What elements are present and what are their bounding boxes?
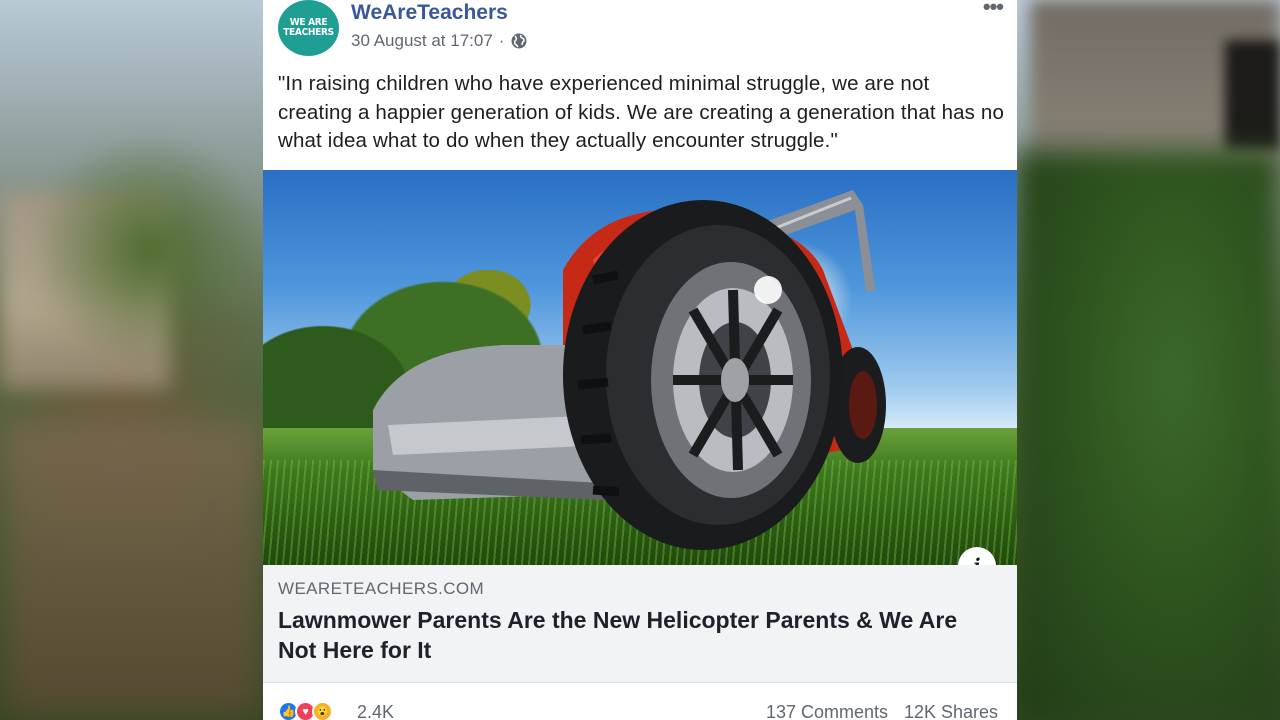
shares-count[interactable]: 12K Shares [904,702,998,720]
comments-count[interactable]: 137 Comments [766,702,888,720]
blurred-window-right [1225,40,1280,150]
post-meta: 30 August at 17:07 · [351,31,528,51]
more-options-icon[interactable]: ••• [983,0,1004,18]
blurred-ground-left [0,420,265,720]
meta-separator: · [498,31,505,50]
reaction-icons[interactable]: 👍 ♥ 😮 [278,701,358,720]
link-preview-image[interactable]: i [263,170,1017,565]
post-timestamp[interactable]: 30 August at 17:07 [351,31,493,51]
reactions-bar: 👍 ♥ 😮 2.4K 137 Comments 12K Shares [278,698,1002,720]
page-avatar[interactable]: WE ARE TEACHERS [278,0,339,56]
blurred-shrub-left [40,120,260,380]
link-domain: WEARETEACHERS.COM [278,579,485,598]
wow-icon: 😮 [312,701,333,720]
link-preview-footer[interactable]: WEARETEACHERS.COM Lawnmower Parents Are … [263,565,1017,683]
link-title[interactable]: Lawnmower Parents Are the New Helicopter… [278,605,998,665]
reaction-count[interactable]: 2.4K [357,702,394,720]
post-body-text: "In raising children who have experience… [278,72,1005,152]
facebook-post-card: WE ARE TEACHERS WeAreTeachers 30 August … [263,0,1017,720]
globe-icon [511,33,527,49]
avatar-text-line2: TEACHERS [283,27,334,38]
page-name-link[interactable]: WeAreTeachers [351,1,508,25]
lawnmower-illustration [373,190,886,550]
blurred-hedge-right [1015,150,1280,720]
